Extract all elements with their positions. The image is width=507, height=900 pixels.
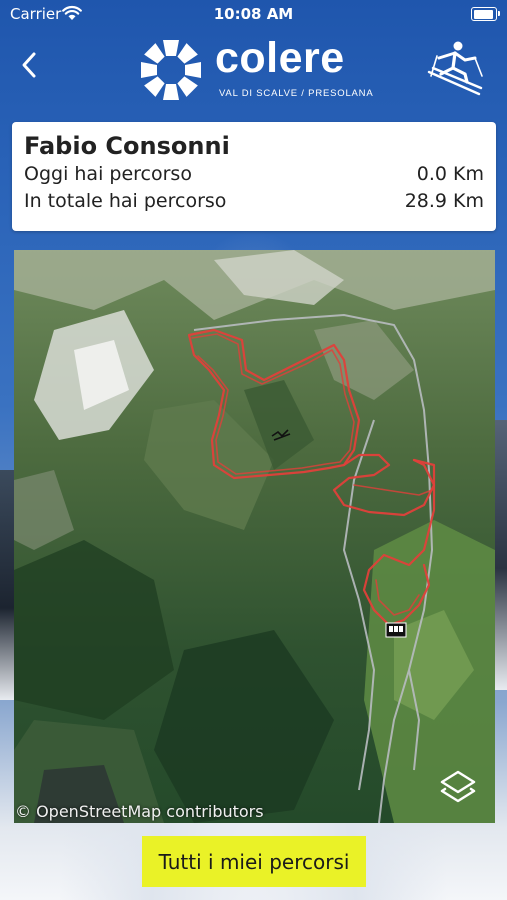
satellite-map-image — [14, 250, 495, 823]
today-distance-row: Oggi hai percorso 0.0 Km — [24, 161, 484, 188]
logo-wordmark: colere — [215, 34, 345, 82]
status-bar: Carrier 10:08 AM — [0, 0, 507, 30]
lift-station-icon — [385, 622, 407, 638]
skier-icon[interactable] — [425, 38, 485, 98]
layers-icon[interactable] — [437, 767, 479, 809]
user-stats-card: Fabio Consonni Oggi hai percorso 0.0 Km … — [12, 122, 496, 231]
chevron-left-icon — [22, 52, 36, 78]
today-distance-label: Oggi hai percorso — [24, 163, 192, 185]
total-distance-row: In totale hai percorso 28.9 Km — [24, 188, 484, 215]
user-name: Fabio Consonni — [24, 132, 230, 160]
nav-bar: colere VAL DI SCALVE / PRESOLANA — [0, 30, 507, 110]
logo-subtitle: VAL DI SCALVE / PRESOLANA — [219, 88, 374, 99]
status-time: 10:08 AM — [213, 5, 294, 23]
total-distance-label: In totale hai percorso — [24, 190, 227, 212]
total-distance-value: 28.9 Km — [404, 190, 484, 212]
app-logo: colere VAL DI SCALVE / PRESOLANA — [137, 34, 377, 104]
track-map[interactable]: © OpenStreetMap contributors — [14, 250, 495, 823]
back-button[interactable] — [14, 48, 44, 82]
today-distance-value: 0.0 Km — [416, 163, 484, 185]
logo-flower-icon — [141, 40, 201, 100]
background-mountain-right — [493, 420, 507, 690]
map-attribution[interactable]: © OpenStreetMap contributors — [15, 802, 264, 821]
battery-icon — [471, 7, 500, 21]
all-routes-button[interactable]: Tutti i miei percorsi — [142, 836, 366, 887]
